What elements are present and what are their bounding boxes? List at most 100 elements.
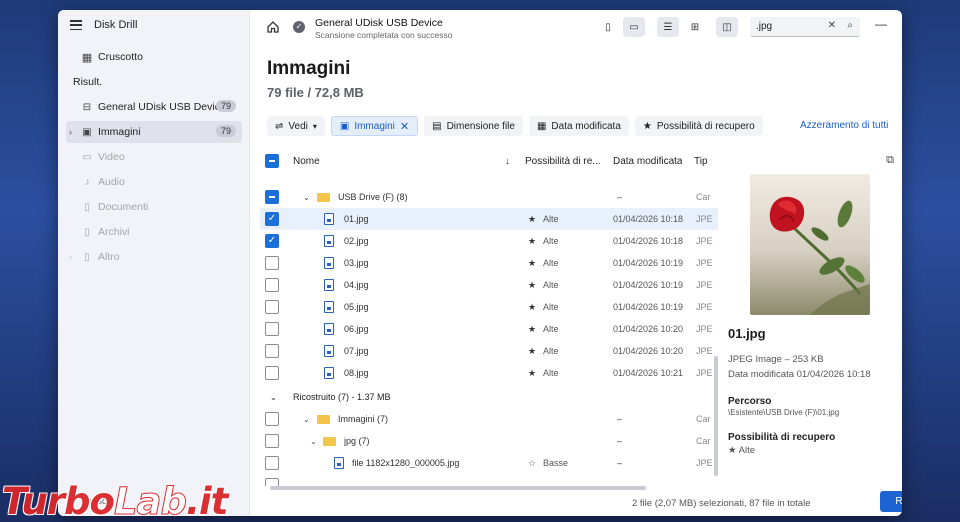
folder-row[interactable]: ⌄ USB Drive (F) (8) – Car [260, 186, 718, 208]
row-checkbox[interactable] [265, 300, 279, 314]
vertical-scrollbar[interactable] [714, 356, 718, 476]
chevron-down-icon[interactable]: ⌄ [303, 193, 310, 202]
view-filter-button[interactable]: ⇌ Vedi ▾ [267, 116, 325, 136]
recovery-chance: Alte [543, 258, 559, 268]
column-name[interactable]: Nome [293, 156, 320, 167]
table-row[interactable]: 08.jpg ★ Alte 01/04/2026 10:21 JPE [260, 362, 718, 384]
date-filter-button[interactable]: ▦ Data modificata [528, 116, 629, 136]
row-checkbox[interactable] [265, 412, 279, 426]
column-type[interactable]: Tip [694, 156, 708, 167]
folder-view-icon[interactable]: ▭ [623, 17, 645, 37]
search-box[interactable]: ✕ ⌕ [750, 17, 860, 37]
filter-label: Dimensione file [446, 120, 515, 132]
star-icon: ★ [528, 257, 537, 268]
sidebar-item-label: General UDisk USB Device [98, 101, 226, 113]
preview-image [750, 174, 870, 315]
table-row[interactable]: 04.jpg ★ Alte 01/04/2026 10:19 JPE [260, 274, 718, 296]
row-type: JPE [696, 368, 713, 378]
file-view-icon[interactable]: ▯ [597, 17, 619, 37]
row-checkbox[interactable] [265, 322, 279, 336]
column-chances[interactable]: Possibilità di re... [525, 156, 601, 167]
archive-icon: ▯ [84, 226, 90, 238]
table-row[interactable]: 06.jpg ★ Alte 01/04/2026 10:20 JPE [260, 318, 718, 340]
table-row[interactable]: ✓ 01.jpg ★ Alte 01/04/2026 10:18 JPE [260, 208, 718, 230]
chevron-down-icon[interactable]: ⌄ [303, 415, 310, 424]
preview-chance-value: Alte [738, 445, 756, 456]
sidebar-item-video[interactable]: ▭ Video [66, 146, 242, 168]
sidebar-item-label: Immagini [98, 126, 141, 138]
preview-file-name: 01.jpg [728, 326, 766, 341]
minimize-icon[interactable]: — [870, 17, 892, 35]
row-checkbox[interactable]: ✓ [265, 212, 279, 226]
sort-arrow-icon[interactable]: ↓ [505, 156, 510, 167]
table-row[interactable]: file 1182x1280_000005.jpg ☆ Basse – JPE [260, 452, 718, 474]
row-checkbox[interactable] [265, 190, 279, 204]
chevron-down-icon[interactable]: ⌄ [310, 437, 317, 446]
clear-search-icon[interactable]: ✕ [828, 20, 836, 31]
image-file-icon [324, 213, 334, 225]
table-row[interactable] [260, 474, 718, 486]
row-type: Car [696, 414, 711, 424]
maximize-icon[interactable]: ☐ [900, 17, 902, 35]
group-row-reconstructed[interactable]: ⌄ Ricostruito (7) - 1.37 MB [260, 386, 718, 408]
list-view-icon[interactable]: ☰ [657, 17, 679, 37]
row-type: JPE [696, 214, 713, 224]
images-filter-chip[interactable]: ▣ Immagini ✕ [330, 116, 419, 136]
row-checkbox[interactable] [265, 344, 279, 358]
sidebar-item-audio[interactable]: ♪ Audio [66, 171, 242, 193]
preview-pane: ⧉ 01.jpg JPEG Image – 253 KB Data modifi… [728, 150, 902, 486]
sidebar-item-dashboard[interactable]: ▦ Cruscotto [66, 46, 242, 68]
star-outline-icon: ☆ [528, 457, 537, 468]
open-external-icon[interactable]: ⧉ [886, 154, 894, 167]
remove-filter-icon[interactable]: ✕ [400, 120, 409, 133]
row-checkbox[interactable] [265, 278, 279, 292]
row-date: 01/04/2026 10:18 [613, 236, 684, 246]
folder-icon [317, 192, 330, 202]
chevron-right-icon[interactable]: › [69, 127, 72, 137]
star-icon: ★ [642, 120, 652, 132]
column-date[interactable]: Data modificata [613, 156, 682, 167]
horizontal-scrollbar[interactable] [270, 486, 646, 490]
table-row[interactable]: 05.jpg ★ Alte 01/04/2026 10:19 JPE [260, 296, 718, 318]
sidebar-item-device[interactable]: ⊟ General UDisk USB Device 79 [66, 96, 242, 118]
video-icon: ▭ [82, 151, 92, 163]
chances-filter-button[interactable]: ★ Possibilità di recupero [634, 116, 763, 136]
row-checkbox[interactable]: ✓ [265, 234, 279, 248]
chevron-down-icon[interactable]: ⌄ [270, 393, 277, 402]
search-icon[interactable]: ⌕ [847, 20, 853, 31]
row-checkbox[interactable] [265, 456, 279, 470]
sidebar-item-documents[interactable]: ▯ Documenti [66, 196, 242, 218]
row-checkbox[interactable] [265, 366, 279, 380]
folder-row[interactable]: ⌄ jpg (7) – Car [260, 430, 718, 452]
scan-status: Scansione completata con successo [315, 30, 453, 40]
select-all-checkbox[interactable] [265, 154, 279, 168]
group-name: Ricostruito (7) - 1.37 MB [293, 392, 391, 402]
sidebar-item-archives[interactable]: ▯ Archivi [66, 221, 242, 243]
row-checkbox[interactable] [265, 256, 279, 270]
size-filter-button[interactable]: ▤ Dimensione file [424, 116, 523, 136]
file-name: 05.jpg [344, 302, 369, 312]
recover-button[interactable]: Recupera [880, 491, 902, 512]
image-file-icon [324, 279, 334, 291]
file-name: 08.jpg [344, 368, 369, 378]
folder-row[interactable]: ⌄ Immagini (7) – Car [260, 408, 718, 430]
home-icon[interactable] [266, 20, 280, 34]
chevron-right-icon[interactable]: › [69, 252, 72, 262]
table-row[interactable]: 07.jpg ★ Alte 01/04/2026 10:20 JPE [260, 340, 718, 362]
reset-filters-link[interactable]: Azzeramento di tutti [800, 120, 888, 131]
preview-file-meta: JPEG Image – 253 KB [728, 354, 824, 365]
filter-label: Possibilità di recupero [656, 120, 755, 132]
recovery-chance: Alte [543, 214, 559, 224]
sidebar-item-images[interactable]: › ▣ Immagini 79 [66, 121, 242, 143]
row-checkbox[interactable] [265, 478, 279, 486]
table-row[interactable]: 03.jpg ★ Alte 01/04/2026 10:19 JPE [260, 252, 718, 274]
preview-pane-icon[interactable]: ◫ [716, 17, 738, 37]
sidebar-item-other[interactable]: › ▯ Altro [66, 246, 242, 268]
row-checkbox[interactable] [265, 434, 279, 448]
menu-icon[interactable] [70, 20, 82, 30]
music-icon: ♪ [84, 176, 90, 188]
top-bar: ✓ General UDisk USB Device Scansione com… [250, 10, 902, 44]
grid-view-icon[interactable]: ⊞ [684, 17, 706, 37]
table-row[interactable]: ✓ 02.jpg ★ Alte 01/04/2026 10:18 JPE [260, 230, 718, 252]
search-input[interactable] [750, 17, 820, 35]
